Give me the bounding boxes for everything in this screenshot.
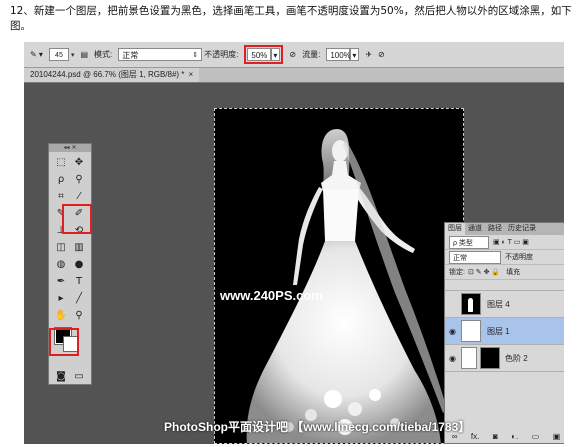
brush-panel-icon[interactable]: ▤ bbox=[80, 50, 88, 59]
document-tab-bar: 20104244.psd @ 66.7% (图层 1, RGB/8#) * × bbox=[24, 68, 564, 83]
flow-field[interactable]: 100% bbox=[326, 48, 351, 61]
add-mask-icon[interactable]: ◙ bbox=[493, 432, 498, 441]
opacity-dropdown-icon[interactable]: ▾ bbox=[271, 48, 281, 61]
fx-icon[interactable]: fx. bbox=[471, 432, 479, 441]
document-tab[interactable]: 20104244.psd @ 66.7% (图层 1, RGB/8#) * × bbox=[24, 68, 200, 82]
photoshop-window: ✎ ▾ 45 ▾ ▤ 模式: 正常 ⇕ 不透明度: 50% ▾ ⊘ 流量: 10… bbox=[24, 42, 564, 444]
tab-layers[interactable]: 图层 bbox=[445, 223, 465, 235]
blur-icon[interactable]: ◍ bbox=[53, 258, 69, 272]
eye-icon[interactable]: ◉ bbox=[449, 327, 461, 336]
type-tool-icon[interactable]: T bbox=[71, 275, 87, 289]
blend-row: 正常 不透明度 bbox=[445, 250, 564, 265]
layer-thumbnail bbox=[461, 320, 481, 342]
tab-channels[interactable]: 通道 bbox=[465, 223, 485, 235]
blend-mode-select[interactable]: 正常 bbox=[449, 250, 501, 264]
brush-size-value: 45 bbox=[48, 48, 69, 61]
gradient-icon[interactable]: ▥ bbox=[71, 241, 87, 255]
lasso-tool-icon[interactable]: ρ bbox=[53, 173, 69, 187]
options-bar: ✎ ▾ 45 ▾ ▤ 模式: 正常 ⇕ 不透明度: 50% ▾ ⊘ 流量: 10… bbox=[24, 42, 564, 68]
layers-panel: 图层 通道 路径 历史记录 ρ 类型 ▣ ◐ T ▭ ▣ 正常 不透明度 锁定:… bbox=[444, 222, 564, 444]
opacity-field-highlight[interactable]: 50% ▾ bbox=[244, 45, 284, 64]
opacity-label: 不透明度: bbox=[204, 50, 239, 59]
layer-opacity-label: 不透明度 bbox=[505, 254, 533, 261]
panel-tabs: 图层 通道 路径 历史记录 bbox=[445, 223, 564, 235]
close-icon[interactable]: × bbox=[188, 70, 193, 79]
crop-tool-icon[interactable]: ⌗ bbox=[53, 190, 69, 204]
lock-label: 锁定: bbox=[449, 269, 465, 276]
hand-tool-icon[interactable]: ✋ bbox=[53, 309, 69, 323]
tools-panel-header[interactable]: ◂◂ ✕ bbox=[49, 144, 91, 152]
eyedropper-icon[interactable]: ⁄ bbox=[71, 190, 87, 204]
lock-row: 锁定: ⊡ ✎ ✥ 🔒 填充 bbox=[445, 265, 564, 280]
layer-filter-row: ρ 类型 ▣ ◐ T ▭ ▣ bbox=[445, 235, 564, 250]
pen-tool-icon[interactable]: ✒ bbox=[53, 275, 69, 289]
mode-value: 正常 bbox=[118, 48, 203, 61]
brush-preset-icon[interactable]: ✎ ▾ bbox=[30, 50, 43, 59]
site-watermark: www.240PS.com bbox=[220, 288, 323, 303]
layer-name: 图层 4 bbox=[487, 299, 510, 309]
tab-paths[interactable]: 路径 bbox=[485, 223, 505, 235]
chevron-down-icon: ⇕ bbox=[192, 51, 199, 59]
dodge-icon[interactable]: ● bbox=[71, 258, 87, 272]
tab-history[interactable]: 历史记录 bbox=[505, 223, 539, 235]
bride-silhouette-image bbox=[246, 129, 447, 443]
credit-watermark: PhotoShop平面设计吧 【www.linecg.com/tieba/178… bbox=[164, 420, 471, 434]
new-layer-icon[interactable]: ▣ bbox=[553, 432, 561, 441]
mode-label: 模式: bbox=[94, 50, 113, 59]
layer-mask-thumbnail bbox=[480, 347, 500, 369]
pressure-opacity-icon[interactable]: ⊘ bbox=[289, 50, 296, 59]
instruction-text: 12、新建一个图层，把前景色设置为黑色，选择画笔工具，画笔不透明度设置为50%，… bbox=[10, 5, 572, 32]
zoom-tool-icon[interactable]: ⚲ bbox=[71, 309, 87, 323]
document-canvas[interactable] bbox=[214, 108, 464, 444]
fill-label: 填充 bbox=[506, 269, 521, 276]
line-tool-icon[interactable]: ╱ bbox=[71, 292, 87, 306]
levels-adjustment-icon bbox=[461, 347, 477, 369]
marquee-tool-icon[interactable]: ⬚ bbox=[53, 156, 69, 170]
chevron-down-icon: ▾ bbox=[70, 51, 75, 59]
adjustment-layer-icon[interactable]: ◐. bbox=[511, 432, 518, 441]
eraser-icon[interactable]: ◫ bbox=[53, 241, 69, 255]
new-group-icon[interactable]: ▭ bbox=[532, 432, 540, 441]
layer-list-top bbox=[445, 280, 564, 291]
airbrush-icon[interactable]: ✈ bbox=[365, 50, 372, 59]
layer-row-selected[interactable]: ◉ 图层 1 bbox=[445, 318, 564, 345]
brush-tool-highlight bbox=[62, 204, 92, 234]
screen-mode-icon[interactable]: ▭ bbox=[71, 370, 87, 384]
layer-filter-select[interactable]: ρ 类型 bbox=[449, 235, 489, 249]
eye-icon[interactable]: ◉ bbox=[449, 354, 461, 363]
flow-dropdown-icon[interactable]: ▾ bbox=[350, 48, 360, 61]
filter-icons[interactable]: ▣ ◐ T ▭ ▣ bbox=[493, 238, 529, 246]
layer-row[interactable]: ◉ 色阶 2 bbox=[445, 345, 564, 372]
flow-label: 流量: bbox=[302, 50, 321, 59]
path-select-icon[interactable]: ▸ bbox=[53, 292, 69, 306]
quick-select-icon[interactable]: ⚲ bbox=[71, 173, 87, 187]
pressure-size-icon[interactable]: ⊘ bbox=[378, 50, 385, 59]
layer-name: 图层 1 bbox=[487, 326, 510, 336]
document-title: 20104244.psd @ 66.7% (图层 1, RGB/8#) * bbox=[30, 70, 185, 79]
layer-row[interactable]: 图层 4 bbox=[445, 291, 564, 318]
move-tool-icon[interactable]: ✥ bbox=[71, 156, 87, 170]
brush-size-picker[interactable]: 45 ▾ bbox=[48, 48, 75, 61]
layer-thumbnail bbox=[461, 293, 481, 315]
opacity-field[interactable]: 50% bbox=[247, 48, 272, 61]
flow-select[interactable]: 100% ▾ bbox=[326, 48, 360, 61]
quick-mask-icon[interactable]: ◙ bbox=[53, 370, 69, 384]
mode-select[interactable]: 正常 ⇕ bbox=[118, 48, 203, 61]
lock-icons[interactable]: ⊡ ✎ ✥ 🔒 bbox=[468, 268, 500, 276]
color-swatch-highlight bbox=[49, 328, 79, 356]
layer-name: 色阶 2 bbox=[505, 353, 528, 363]
